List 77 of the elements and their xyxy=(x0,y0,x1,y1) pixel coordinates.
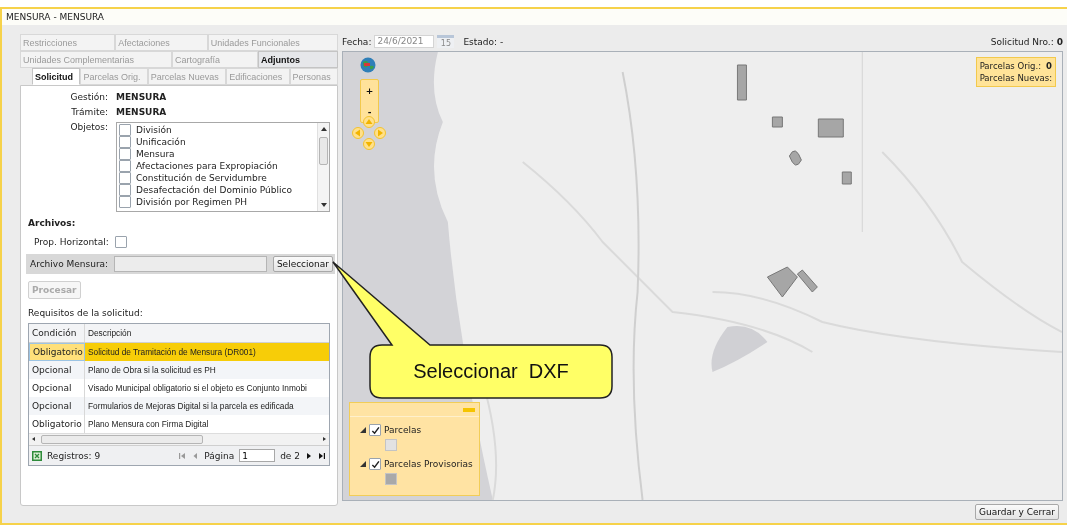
tab[interactable]: Solicitud xyxy=(32,68,81,85)
table-row[interactable]: Opcional Plano de Obra si la solicitud es PH xyxy=(29,361,329,379)
checkbox[interactable] xyxy=(119,196,131,208)
last-page-icon[interactable] xyxy=(318,451,326,460)
table-cell-text: Plano Mensura con Firma Digital xyxy=(87,418,210,431)
field-label: Prop. Horizontal: xyxy=(34,237,109,247)
checkbox[interactable] xyxy=(119,160,131,172)
list-item-label: División xyxy=(136,125,172,135)
table-cell-text: Solicitud de Tramitación de Mensura (DR001) xyxy=(87,346,257,359)
field-label: Solicitud Nro.: xyxy=(990,36,1054,47)
pan-down-icon[interactable] xyxy=(363,138,375,150)
select-button[interactable]: Seleccionar xyxy=(272,256,333,272)
field-label: Gestión: xyxy=(69,92,108,102)
field-value: 0 xyxy=(1056,36,1063,47)
table-row[interactable]: Obligatorio Solicitud de Tramitación de Mensura (DR001) xyxy=(29,343,329,361)
list-item-label: Desafectación del Dominio Público xyxy=(136,185,292,195)
list-item-label: Afectaciones para Expropiación xyxy=(136,161,278,171)
next-page-icon[interactable] xyxy=(305,451,313,460)
column-header[interactable]: Descripción xyxy=(85,324,329,342)
table-cell-text: Visado Municipal obligatorio si el objeto es Conjunto Inmobi xyxy=(87,382,308,395)
page-field[interactable]: 1 xyxy=(239,449,276,462)
field-value: MENSURA xyxy=(116,107,168,117)
info-label: Parcelas Nuevas: xyxy=(979,73,1052,83)
list-item-label: Mensura xyxy=(136,149,175,159)
previous-page-icon[interactable] xyxy=(191,451,200,460)
pan-left-icon[interactable] xyxy=(352,127,364,139)
globe-icon[interactable] xyxy=(360,57,376,73)
checkbox[interactable] xyxy=(369,424,381,436)
table-cell-text: Formularios de Mejoras Digital si la parcela es edificada xyxy=(87,400,295,413)
checkbox[interactable] xyxy=(119,184,131,196)
file-field[interactable] xyxy=(114,256,267,272)
scrollbar[interactable] xyxy=(29,433,329,445)
table-cell: Opcional xyxy=(29,397,85,415)
column-header[interactable]: Condición xyxy=(29,324,85,342)
checkbox[interactable] xyxy=(119,172,131,184)
pan-up-icon[interactable] xyxy=(363,116,375,128)
zoom-in-button[interactable]: + xyxy=(361,80,378,101)
first-page-icon[interactable] xyxy=(178,451,187,460)
section-title: Archivos: xyxy=(28,218,77,228)
scrollbar[interactable] xyxy=(317,123,329,211)
field-value: - xyxy=(500,36,504,47)
field-label: Archivo Mensura: xyxy=(30,259,109,269)
table-cell: Obligatorio xyxy=(29,343,85,361)
checkbox[interactable] xyxy=(119,136,131,148)
table-cell-text: Plano de Obra si la solicitud es PH xyxy=(87,364,217,377)
tab[interactable]: Adjuntos xyxy=(258,51,338,68)
field-value: MENSURA xyxy=(116,92,168,102)
field-label: Fecha: xyxy=(342,36,372,47)
expander-icon[interactable] xyxy=(360,461,366,467)
callout-text: Seleccionar DXF xyxy=(412,359,570,384)
table-cell: Opcional xyxy=(29,361,85,379)
save-close-button[interactable]: Guardar y Cerrar xyxy=(975,504,1059,520)
layer-label: Parcelas xyxy=(384,425,422,435)
objects-list[interactable]: División Unificación Mensura Afectaciones para Expropiación Constitución de Servidumbre Desafectación del Dominio Público División por Regimen PH xyxy=(116,122,330,212)
checkbox[interactable] xyxy=(119,124,131,136)
field-label: Trámite: xyxy=(70,107,108,117)
window-title: MENSURA - MENSURA xyxy=(2,9,1067,25)
field-label: Estado: xyxy=(463,36,498,47)
page-total: de 2 xyxy=(280,450,300,461)
record-count: Registros: 9 xyxy=(47,450,101,461)
list-item-label: División por Regimen PH xyxy=(136,197,247,207)
checkbox[interactable] xyxy=(114,236,127,248)
field-label: Objetos: xyxy=(69,122,108,132)
checkbox[interactable] xyxy=(369,458,381,470)
section-title: Requisitos de la solicitud: xyxy=(28,308,144,318)
list-item-label: Unificación xyxy=(136,137,186,147)
layer-label: Parcelas Provisorias xyxy=(384,459,473,469)
page-label: Página xyxy=(204,450,235,461)
date-field[interactable]: 24/6/2021 xyxy=(374,35,435,48)
list-item-label: Constitución de Servidumbre xyxy=(136,173,267,183)
spreadsheet-icon[interactable] xyxy=(32,450,42,461)
info-label: Parcelas Orig.: xyxy=(979,61,1041,71)
checkbox[interactable] xyxy=(119,148,131,160)
table-row[interactable]: Opcional Formularios de Mejoras Digital si la parcela es edificada xyxy=(29,397,329,415)
expander-icon[interactable] xyxy=(360,427,366,433)
info-value: 0 xyxy=(1046,61,1052,71)
pan-right-icon[interactable] xyxy=(374,127,386,139)
